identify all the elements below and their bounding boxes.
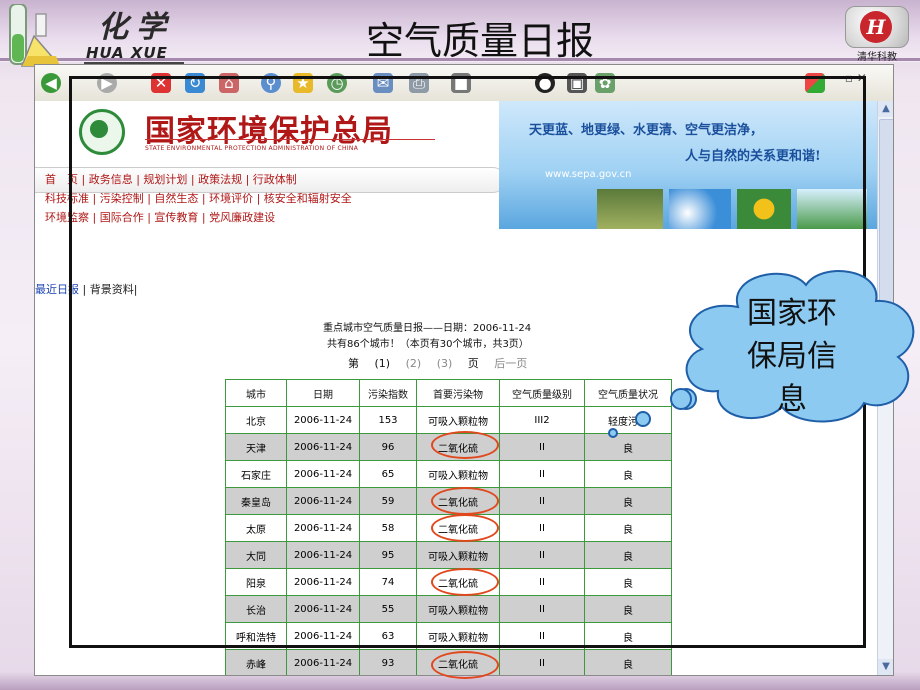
scroll-down-arrow-icon[interactable]: ▼ xyxy=(878,659,893,675)
slide-title: 空气质量日报 xyxy=(365,19,594,63)
table-cell: II xyxy=(499,649,585,675)
table-cell: 2006-11-24 xyxy=(286,649,360,675)
callout-line-1: 国家环 xyxy=(747,296,837,331)
callout-text: 国家环 保局信 息 xyxy=(724,292,860,421)
callout-line-2: 保局信 xyxy=(747,339,837,374)
publisher-logo-mark: H xyxy=(860,11,892,43)
brand-chinese: 化学 xyxy=(98,10,174,45)
table-cell: 93 xyxy=(359,649,417,675)
table-cell: 赤峰 xyxy=(225,649,287,675)
brand-english: HUA XUE xyxy=(86,44,168,62)
highlight-ring xyxy=(431,651,499,679)
publisher-name: 清华科教 xyxy=(857,52,897,63)
back-icon[interactable]: ◀ xyxy=(41,73,61,93)
scroll-up-arrow-icon[interactable]: ▲ xyxy=(878,101,893,117)
publisher-logo: H xyxy=(845,6,909,48)
flask-icon xyxy=(9,4,62,67)
callout-line-3: 息 xyxy=(777,382,807,417)
callout-tail xyxy=(608,388,692,438)
table-cell: 良 xyxy=(584,649,672,675)
